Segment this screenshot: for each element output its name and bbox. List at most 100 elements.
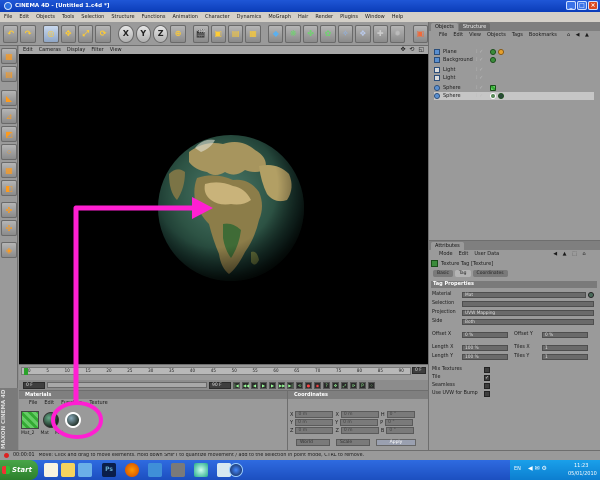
start-button[interactable]: Start (0, 460, 38, 480)
go-to-start-icon[interactable]: |◀ (233, 381, 240, 389)
light-icon[interactable]: ✹ (389, 24, 406, 43)
position-x-field[interactable]: 0 m (295, 411, 334, 418)
seamless-checkbox[interactable] (484, 382, 490, 389)
menu-window[interactable]: Window (365, 14, 385, 20)
folder-icon[interactable] (171, 463, 185, 477)
objects-menu-tags[interactable]: Tags (512, 31, 523, 39)
tiles-x-field[interactable]: 1 (542, 344, 588, 351)
tray-icons[interactable]: ◀ ✉ ⚙ (528, 465, 547, 472)
scene-object-icon[interactable]: ❖ (355, 24, 371, 43)
side-dropdown[interactable]: Both (462, 318, 594, 325)
apply-button[interactable]: Apply (376, 439, 416, 446)
texture-tag-icon-selected[interactable] (490, 93, 496, 99)
position-z-field[interactable]: 0 m (295, 427, 334, 434)
menu-character[interactable]: Character (205, 14, 230, 20)
length-y-field[interactable]: 100 % (462, 353, 508, 360)
objects-panel-nav-icons[interactable]: ⌂ ◀ ▲ (567, 31, 591, 39)
start-frame-field[interactable]: 0 F (23, 381, 45, 389)
length-x-field[interactable]: 100 % (462, 344, 508, 351)
materials-menu-file[interactable]: File (29, 399, 37, 407)
subtab-tag[interactable]: Tag (454, 270, 471, 277)
next-frame-icon[interactable]: ▶ (269, 381, 276, 389)
menu-animation[interactable]: Animation (172, 14, 198, 20)
maximize-button[interactable]: □ (577, 1, 587, 10)
use-polygons-icon[interactable]: ◧ (1, 180, 17, 196)
render-region-icon[interactable]: ▦ (245, 24, 261, 43)
visibility-flags[interactable]: ⁞ ✓ (476, 74, 483, 82)
rotation-p-field[interactable]: 0 ° (385, 419, 414, 426)
explorer-icon[interactable] (61, 463, 75, 477)
texture-tag-icon[interactable] (498, 93, 504, 99)
object-row-sphere-selected[interactable]: Sphere ⁞ ✓ (434, 92, 594, 100)
minimize-button[interactable]: _ (566, 1, 576, 10)
material-swatch-mat-selected[interactable] (65, 412, 81, 428)
viewport-menu-display[interactable]: Display (67, 47, 85, 53)
live-selection-icon[interactable]: ◎ (43, 24, 59, 43)
snap-icon[interactable]: ✣ (1, 220, 17, 236)
render-view-icon[interactable]: 🎬 (193, 24, 209, 43)
size-mode-dropdown[interactable]: Scale (336, 439, 370, 446)
attributes-menu-user-data[interactable]: User Data (474, 250, 499, 258)
show-desktop-icon[interactable] (44, 463, 58, 477)
size-x-field[interactable]: 0 m (340, 411, 379, 418)
camera-icon[interactable]: ✚ (372, 24, 388, 43)
use-edges-icon[interactable]: ▦ (1, 162, 17, 178)
rotation-h-field[interactable]: 0 ° (386, 411, 415, 418)
menu-tools[interactable]: Tools (62, 14, 74, 20)
workplane-icon[interactable]: ◈ (1, 242, 17, 258)
keyframe-selection-icon[interactable]: ? (323, 381, 330, 389)
cube-primitive-icon[interactable]: ◆ (268, 24, 284, 43)
projection-dropdown[interactable]: UVW Mapping (462, 309, 594, 316)
media-icon[interactable] (78, 463, 92, 477)
object-row-sphere[interactable]: Sphere ⁞ ✓ (434, 84, 594, 92)
preview-range-slider[interactable] (47, 382, 207, 388)
coordinate-system-icon[interactable]: ⊕ (170, 24, 186, 43)
z-axis-button[interactable]: Z (152, 24, 169, 43)
viewport-menu-cameras[interactable]: Cameras (39, 47, 61, 53)
redo-icon[interactable]: ↷ (20, 24, 36, 43)
texture-tag-icon[interactable] (490, 85, 496, 91)
menu-render[interactable]: Render (315, 14, 333, 20)
go-to-end-icon[interactable]: ▶| (287, 381, 294, 389)
parameter-key-icon[interactable]: P (359, 381, 366, 389)
viewport-menu-filter[interactable]: Filter (91, 47, 103, 53)
play-icon[interactable]: ▶ (260, 381, 267, 389)
menu-help[interactable]: Help (392, 14, 403, 20)
material-link-field[interactable]: Mat (462, 291, 586, 298)
size-y-field[interactable]: 0 m (340, 419, 379, 426)
materials-menu-function[interactable]: Function (61, 399, 82, 407)
material-swatch-mat-2[interactable] (21, 411, 39, 429)
offset-x-field[interactable]: 0 % (462, 331, 508, 338)
tab-structure[interactable]: Structure (458, 23, 491, 31)
firefox-icon[interactable] (125, 463, 139, 477)
use-object-icon[interactable]: ▤ (1, 66, 17, 82)
texture-tag-icon[interactable] (490, 57, 496, 63)
viewport-menu-view[interactable]: View (110, 47, 122, 53)
viewport-menu-edit[interactable]: Edit (23, 47, 33, 53)
close-button[interactable]: × (588, 1, 598, 10)
menu-file[interactable]: File (4, 14, 12, 20)
undo-icon[interactable]: ↶ (3, 24, 19, 43)
material-swatch-mat[interactable] (43, 412, 59, 428)
word-icon[interactable] (148, 463, 162, 477)
visibility-flags[interactable]: ⁞ ✓ (476, 84, 483, 92)
x-axis-button[interactable]: X (118, 24, 134, 43)
menu-functions[interactable]: Functions (142, 14, 166, 20)
timeline[interactable]: 0 5 10 15 20 25 30 35 40 45 50 55 60 65 … (19, 364, 428, 380)
tweak-mode-icon[interactable]: ✜ (1, 202, 17, 218)
menu-objects[interactable]: Objects (36, 14, 55, 20)
menu-hair[interactable]: Hair (298, 14, 308, 20)
visibility-flags[interactable]: ⁞ ✓ (476, 66, 483, 74)
autokey-icon[interactable]: ◉ (314, 381, 321, 389)
attributes-menu-mode[interactable]: Mode (439, 250, 453, 258)
rotate-tool-icon[interactable]: ⟳ (95, 24, 111, 43)
object-row-plane[interactable]: Plane ⁞ ✓ (434, 48, 594, 56)
scale-key-icon[interactable]: ⤢ (341, 381, 348, 389)
menu-plugins[interactable]: Plugins (340, 14, 358, 20)
attributes-nav-icons[interactable]: ◀ ▲ ⬚ ⌂ (553, 250, 587, 258)
visibility-flags[interactable]: ⁞ ✓ (476, 56, 483, 64)
subtab-coordinates[interactable]: Coordinates (472, 270, 508, 277)
tiles-y-field[interactable]: 1 (542, 353, 588, 360)
render-picture-viewer-icon[interactable]: ▣ (210, 24, 226, 43)
menu-edit[interactable]: Edit (19, 14, 29, 20)
